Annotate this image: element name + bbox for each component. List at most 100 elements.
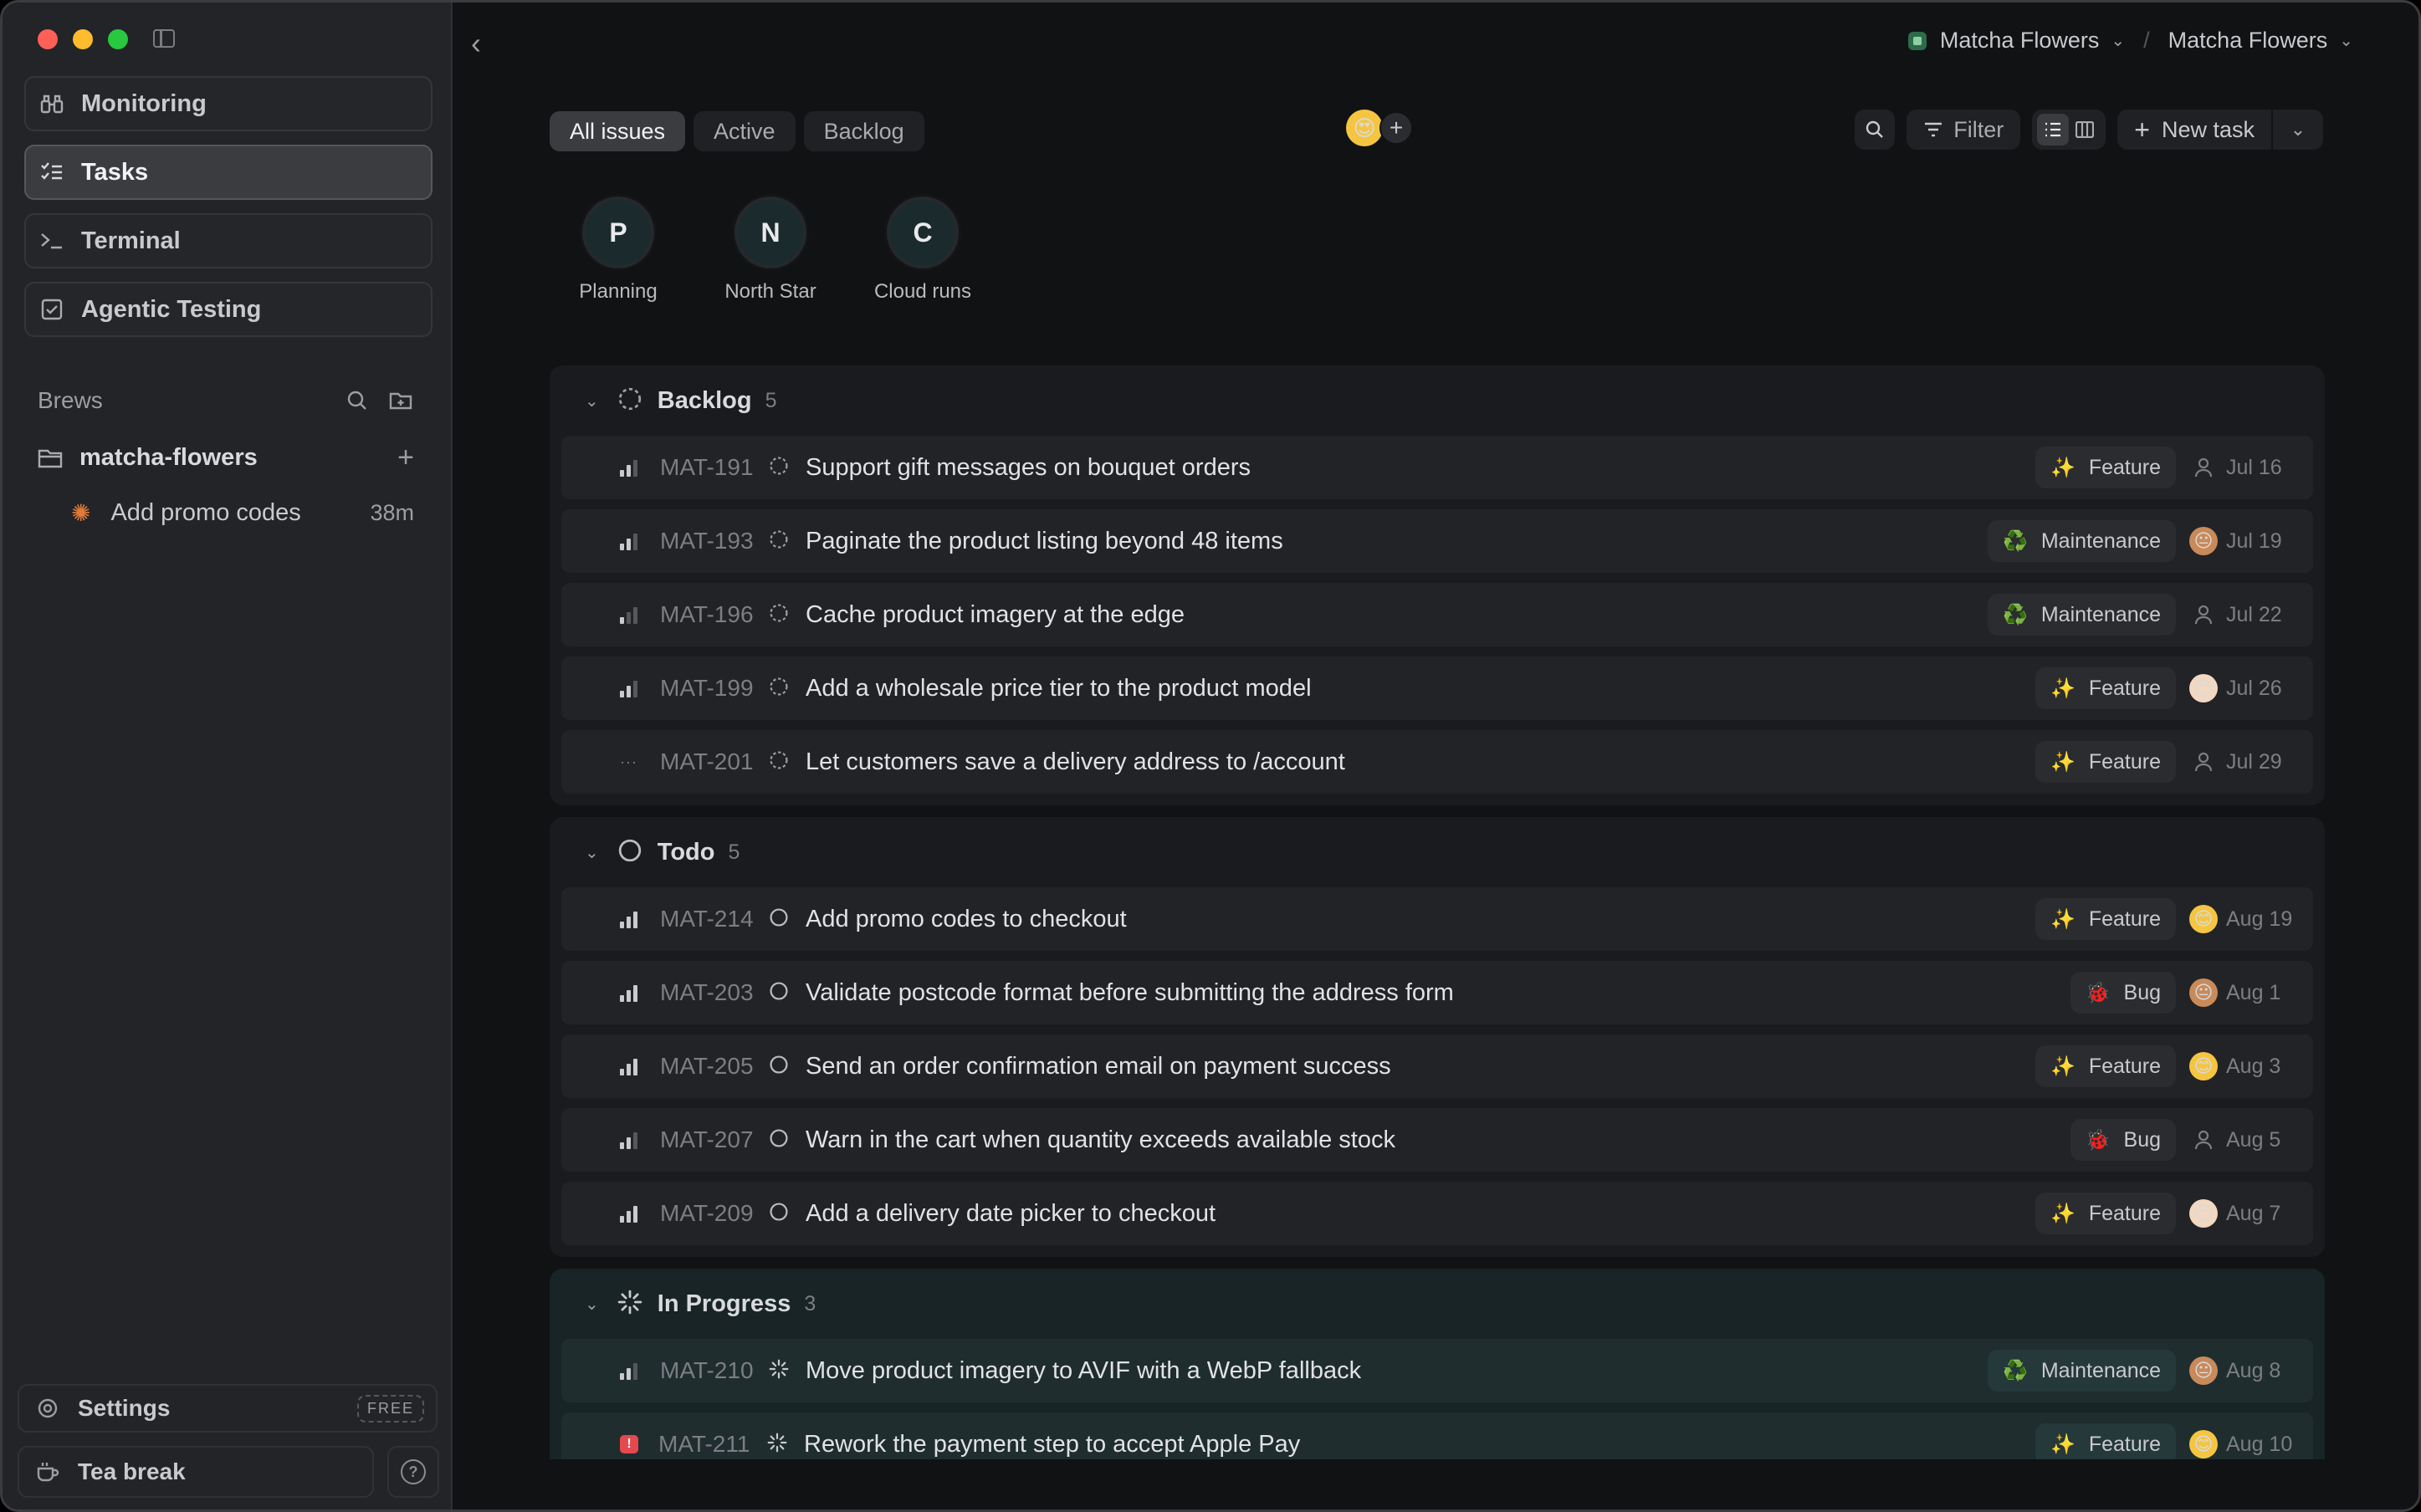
tea-break-button[interactable]: Tea break (18, 1446, 374, 1498)
chevron-down-icon[interactable]: ⌄ (585, 842, 599, 863)
assignee-avatar[interactable]: 😶 (2189, 1199, 2218, 1228)
assignee-avatar[interactable]: 😊 (2189, 1052, 2218, 1080)
table-row[interactable]: MAT-210 Move product imagery to AVIF wit… (561, 1339, 2313, 1402)
label-badge[interactable]: ✨ Feature (2035, 1423, 2176, 1459)
unassigned-icon[interactable] (2189, 1126, 2218, 1154)
workspace-selector[interactable]: Matcha Flowers (1940, 28, 2100, 54)
search-icon[interactable] (344, 387, 371, 414)
tab-backlog[interactable]: Backlog (803, 111, 924, 151)
table-row[interactable]: ! MAT-211 Rework the payment step to acc… (561, 1412, 2313, 1459)
high-priority-icon[interactable] (620, 1057, 640, 1075)
no-priority-icon[interactable]: ··· (620, 753, 640, 771)
table-row[interactable]: MAT-199 Add a wholesale price tier to th… (561, 656, 2313, 720)
filter-button[interactable]: Filter (1907, 110, 2021, 150)
new-task-button[interactable]: + New task (2117, 110, 2273, 150)
table-row[interactable]: MAT-191 Support gift messages on bouquet… (561, 436, 2313, 499)
search-button[interactable] (1855, 110, 1896, 150)
table-row[interactable]: MAT-196 Cache product imagery at the edg… (561, 583, 2313, 646)
group-header[interactable]: ⌄ In Progress 3 (561, 1279, 2313, 1329)
project-item[interactable]: matcha-flowers + (38, 442, 414, 474)
brew-task-item[interactable]: ✺ Add promo codes 38m (71, 499, 414, 527)
todo-status-icon[interactable] (769, 1128, 789, 1152)
table-row[interactable]: MAT-209 Add a delivery date picker to ch… (561, 1182, 2313, 1245)
unassigned-icon[interactable] (2189, 600, 2218, 629)
high-priority-icon[interactable] (620, 983, 640, 1002)
medium-priority-icon[interactable] (620, 1361, 640, 1380)
board-view-icon[interactable] (2069, 114, 2101, 146)
assignee-avatar[interactable]: 😐 (2189, 527, 2218, 555)
chevron-down-icon[interactable]: ⌄ (2111, 30, 2125, 51)
backlog-status-icon[interactable] (769, 529, 789, 554)
medium-priority-icon[interactable] (620, 532, 640, 550)
label-badge[interactable]: ✨ Feature (2035, 741, 2176, 783)
group-header[interactable]: ⌄ Todo 5 (561, 827, 2313, 877)
nav-item-tasks[interactable]: Tasks (24, 145, 433, 200)
minimize-window-button[interactable] (73, 29, 93, 49)
label-badge[interactable]: ♻️ Maintenance (1987, 520, 2176, 562)
add-member-button[interactable]: + (1379, 111, 1413, 145)
list-view-icon[interactable] (2037, 114, 2070, 146)
table-row[interactable]: MAT-214 Add promo codes to checkout ✨ Fe… (561, 887, 2313, 951)
help-button[interactable]: ? (387, 1446, 439, 1498)
chevron-down-icon[interactable]: ⌄ (585, 1294, 599, 1315)
view-planning[interactable]: P Planning (555, 197, 682, 304)
label-badge[interactable]: ✨ Feature (2035, 1193, 2176, 1234)
urgent-priority-icon[interactable]: ! (620, 1435, 638, 1453)
progress-status-icon[interactable] (767, 1433, 787, 1457)
sidebar-toggle-icon[interactable] (153, 29, 175, 48)
assignee-avatar[interactable]: 😶 (2189, 674, 2218, 702)
todo-status-icon[interactable] (769, 1055, 789, 1079)
medium-priority-icon[interactable] (620, 1131, 640, 1149)
table-row[interactable]: MAT-193 Paginate the product listing bey… (561, 509, 2313, 573)
high-priority-icon[interactable] (620, 910, 640, 928)
label-badge[interactable]: ✨ Feature (2035, 667, 2176, 709)
backlog-status-icon[interactable] (769, 677, 789, 701)
todo-status-icon[interactable] (769, 907, 789, 932)
add-brew-button[interactable]: + (397, 442, 414, 474)
backlog-status-icon[interactable] (769, 456, 789, 480)
nav-item-agentic-testing[interactable]: Agentic Testing (24, 282, 433, 337)
assignee-avatar[interactable]: 😊 (2189, 905, 2218, 933)
unassigned-icon[interactable] (2189, 453, 2218, 482)
table-row[interactable]: MAT-205 Send an order confirmation email… (561, 1034, 2313, 1098)
new-folder-icon[interactable] (387, 387, 414, 414)
label-badge[interactable]: ♻️ Maintenance (1987, 594, 2176, 636)
chevron-down-icon[interactable]: ⌄ (2339, 30, 2353, 51)
label-badge[interactable]: ♻️ Maintenance (1987, 1350, 2176, 1392)
tab-all-issues[interactable]: All issues (550, 111, 686, 151)
progress-status-icon[interactable] (769, 1359, 789, 1383)
member-avatar[interactable]: 😍 (1346, 110, 1383, 146)
backlog-status-icon[interactable] (769, 603, 789, 627)
assignee-avatar[interactable]: 😐 (2189, 978, 2218, 1007)
project-selector[interactable]: Matcha Flowers (2168, 28, 2328, 54)
table-row[interactable]: MAT-207 Warn in the cart when quantity e… (561, 1108, 2313, 1172)
assignee-avatar[interactable]: 😐 (2189, 1356, 2218, 1385)
todo-status-icon[interactable] (769, 981, 789, 1005)
medium-priority-icon[interactable] (620, 458, 640, 477)
chevron-down-icon[interactable]: ⌄ (2273, 110, 2323, 150)
unassigned-icon[interactable] (2189, 748, 2218, 776)
label-badge[interactable]: 🐞 Bug (2070, 1119, 2176, 1161)
label-badge[interactable]: ✨ Feature (2035, 447, 2176, 488)
table-row[interactable]: MAT-203 Validate postcode format before … (561, 961, 2313, 1024)
maximize-window-button[interactable] (108, 29, 128, 49)
label-badge[interactable]: 🐞 Bug (2070, 972, 2176, 1014)
label-badge[interactable]: ✨ Feature (2035, 1045, 2176, 1087)
high-priority-icon[interactable] (620, 1204, 640, 1223)
backlog-status-icon[interactable] (769, 750, 789, 774)
label-badge[interactable]: ✨ Feature (2035, 898, 2176, 940)
back-chevron-icon[interactable]: ‹ (471, 26, 481, 61)
todo-status-icon[interactable] (769, 1202, 789, 1226)
settings-button[interactable]: Settings FREE (18, 1384, 438, 1433)
assignee-avatar[interactable]: 😊 (2189, 1430, 2218, 1458)
tab-active[interactable]: Active (694, 111, 796, 151)
group-header[interactable]: ⌄ Backlog 5 (561, 375, 2313, 426)
view-north-star[interactable]: N North Star (707, 197, 834, 304)
close-window-button[interactable] (38, 29, 58, 49)
view-cloud-runs[interactable]: C Cloud runs (859, 197, 986, 304)
table-row[interactable]: ··· MAT-201 Let customers save a deliver… (561, 730, 2313, 794)
nav-item-monitoring[interactable]: Monitoring (24, 76, 433, 131)
medium-priority-icon[interactable] (620, 679, 640, 697)
low-priority-icon[interactable] (620, 605, 640, 624)
chevron-down-icon[interactable]: ⌄ (585, 391, 599, 411)
